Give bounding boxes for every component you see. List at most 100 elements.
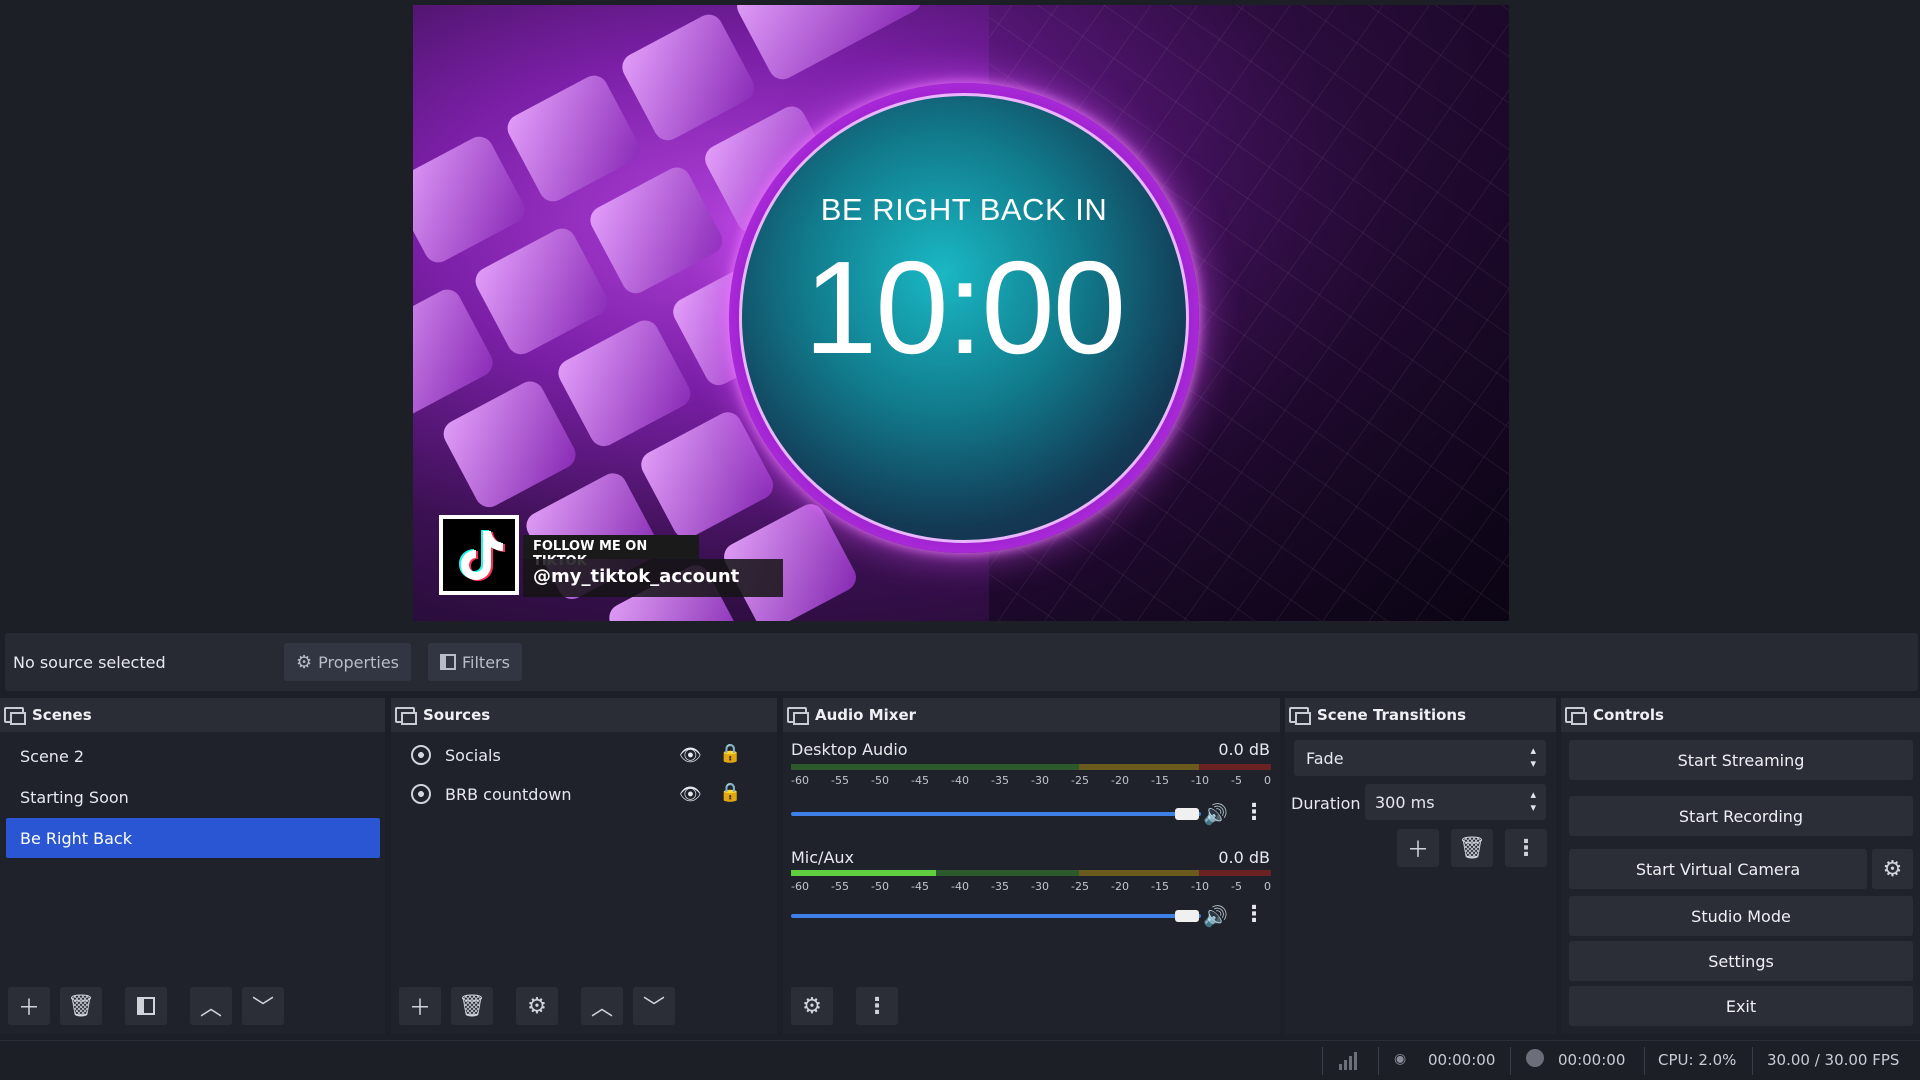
filters-button[interactable]: Filters bbox=[428, 643, 522, 681]
filter-icon bbox=[440, 654, 456, 670]
move-scene-down-button[interactable]: ﹀ bbox=[242, 987, 284, 1025]
channel-name: Desktop Audio bbox=[791, 740, 908, 759]
source-item[interactable]: Socials 👁 🔒 bbox=[397, 735, 767, 775]
source-name: BRB countdown bbox=[445, 784, 572, 804]
plus-icon: ＋ bbox=[408, 996, 431, 1021]
chevron-up-icon: ︿ bbox=[199, 996, 222, 1021]
social-handle: @my_tiktok_account bbox=[523, 559, 783, 597]
transition-menu-button[interactable]: ⋮ bbox=[1505, 829, 1547, 867]
scene-transitions-dock-header[interactable]: Scene Transitions bbox=[1285, 698, 1556, 732]
source-toolbar: No source selected ⚙ Properties Filters bbox=[5, 633, 1918, 691]
audio-mixer-title: Audio Mixer bbox=[815, 706, 917, 724]
source-item[interactable]: BRB countdown 👁 🔒 bbox=[397, 774, 767, 814]
properties-button[interactable]: ⚙ Properties bbox=[284, 643, 411, 681]
remove-scene-button[interactable]: 🗑 bbox=[60, 987, 102, 1025]
chevron-down-icon: ﹀ bbox=[251, 996, 274, 1021]
source-properties-button[interactable]: ⚙ bbox=[516, 987, 558, 1025]
timer-ring: BE RIGHT BACK IN 10:00 bbox=[729, 83, 1199, 553]
stream-status-icon: ◉ bbox=[1394, 1051, 1407, 1067]
controls-dock-header[interactable]: Controls bbox=[1561, 698, 1920, 732]
advanced-audio-button[interactable]: ⚙ bbox=[791, 987, 833, 1025]
dock-undock-icon[interactable] bbox=[1565, 707, 1587, 725]
no-source-label: No source selected bbox=[13, 653, 166, 672]
duration-value: 300 ms bbox=[1375, 793, 1435, 812]
plus-icon: ＋ bbox=[17, 996, 40, 1021]
remove-source-button[interactable]: 🗑 bbox=[451, 987, 493, 1025]
preview-area: BE RIGHT BACK IN 10:00 FOLLOW ME ON TIKT… bbox=[0, 0, 1920, 630]
scenes-title: Scenes bbox=[32, 706, 92, 724]
channel-menu-icon[interactable]: ⋮ bbox=[1243, 800, 1265, 825]
chevron-down-icon: ﹀ bbox=[642, 996, 665, 1021]
timer-value: 10:00 bbox=[803, 234, 1126, 381]
lock-icon[interactable]: 🔒 bbox=[719, 743, 741, 764]
volume-slider[interactable] bbox=[791, 812, 1201, 816]
gear-icon: ⚙ bbox=[527, 993, 547, 1019]
add-source-button[interactable]: ＋ bbox=[399, 987, 441, 1025]
kebab-menu-icon: ⋮ bbox=[1515, 835, 1537, 861]
audio-mixer-dock-header[interactable]: Audio Mixer bbox=[783, 698, 1280, 732]
select-arrows-icon: ▴ ▾ bbox=[1530, 744, 1536, 770]
browser-source-icon bbox=[411, 745, 431, 765]
dock-undock-icon[interactable] bbox=[1289, 707, 1311, 725]
fps-counter: 30.00 / 30.00 FPS bbox=[1767, 1051, 1900, 1069]
source-name: Socials bbox=[445, 745, 501, 765]
add-transition-button[interactable]: ＋ bbox=[1397, 829, 1439, 867]
audio-mixer-dock: Audio Mixer Desktop Audio 0.0 dB -60 -55-… bbox=[783, 698, 1280, 1034]
settings-button[interactable]: Settings bbox=[1569, 941, 1913, 981]
sources-title: Sources bbox=[423, 706, 491, 724]
volume-slider-handle[interactable] bbox=[1175, 808, 1199, 820]
timer-label: BE RIGHT BACK IN bbox=[820, 192, 1108, 227]
scene-item[interactable]: Scene 2 bbox=[6, 736, 380, 776]
studio-mode-button[interactable]: Studio Mode bbox=[1569, 896, 1913, 936]
start-streaming-button[interactable]: Start Streaming bbox=[1569, 740, 1913, 780]
eye-icon[interactable]: 👁 bbox=[679, 745, 702, 766]
move-source-up-button[interactable]: ︿ bbox=[581, 987, 623, 1025]
scene-transitions-title: Scene Transitions bbox=[1317, 706, 1467, 724]
start-recording-button[interactable]: Start Recording bbox=[1569, 796, 1913, 836]
transition-select[interactable]: Fade ▴ ▾ bbox=[1294, 740, 1546, 776]
eye-icon[interactable]: 👁 bbox=[679, 784, 702, 805]
stepper-arrows-icon[interactable]: ▴ ▾ bbox=[1530, 788, 1536, 814]
scene-filters-button[interactable] bbox=[125, 987, 167, 1025]
speaker-icon[interactable]: 🔊 bbox=[1203, 904, 1228, 928]
sources-dock-header[interactable]: Sources bbox=[391, 698, 777, 732]
start-virtual-camera-button[interactable]: Start Virtual Camera bbox=[1569, 849, 1867, 889]
move-source-down-button[interactable]: ﹀ bbox=[633, 987, 675, 1025]
channel-level: 0.0 dB bbox=[1218, 848, 1270, 867]
exit-button[interactable]: Exit bbox=[1569, 986, 1913, 1026]
stream-time: 00:00:00 bbox=[1428, 1051, 1496, 1069]
timer-disc: BE RIGHT BACK IN 10:00 bbox=[739, 93, 1189, 543]
channel-level: 0.0 dB bbox=[1218, 740, 1270, 759]
dock-undock-icon[interactable] bbox=[4, 707, 26, 725]
remove-transition-button[interactable]: 🗑 bbox=[1451, 829, 1493, 867]
volume-slider-handle[interactable] bbox=[1175, 910, 1199, 922]
properties-label: Properties bbox=[318, 652, 399, 672]
status-separator bbox=[1322, 1047, 1323, 1075]
add-scene-button[interactable]: ＋ bbox=[8, 987, 50, 1025]
virtual-camera-settings-button[interactable]: ⚙ bbox=[1872, 849, 1913, 889]
scene-item-selected[interactable]: Be Right Back bbox=[6, 818, 380, 858]
mixer-menu-button[interactable]: ⋮ bbox=[856, 987, 898, 1025]
chevron-up-icon: ︿ bbox=[590, 996, 613, 1021]
scenes-dock-header[interactable]: Scenes bbox=[0, 698, 385, 732]
scene-item[interactable]: Starting Soon bbox=[6, 777, 380, 817]
volume-meter bbox=[791, 764, 1271, 770]
dock-undock-icon[interactable] bbox=[787, 707, 809, 725]
speaker-icon[interactable]: 🔊 bbox=[1203, 802, 1228, 826]
channel-menu-icon[interactable]: ⋮ bbox=[1243, 902, 1265, 927]
social-heading: FOLLOW ME ON TIKTOK bbox=[523, 535, 699, 569]
status-separator bbox=[1378, 1047, 1379, 1075]
plus-icon: ＋ bbox=[1406, 838, 1429, 863]
meter-ticks: -60 -55 -50 -45 -40 -35 -30 -25 -20 -15 -10 -5 0 bbox=[791, 880, 1271, 893]
dock-undock-icon[interactable] bbox=[395, 707, 417, 725]
lock-icon[interactable]: 🔒 bbox=[719, 782, 741, 803]
duration-input[interactable]: 300 ms ▴ ▾ bbox=[1365, 784, 1546, 820]
network-signal-icon bbox=[1338, 1049, 1360, 1075]
trash-icon: 🗑 bbox=[67, 993, 95, 1019]
move-scene-up-button[interactable]: ︿ bbox=[190, 987, 232, 1025]
volume-slider[interactable] bbox=[791, 914, 1201, 918]
gears-icon: ⚙ bbox=[802, 993, 822, 1019]
stream-preview[interactable]: BE RIGHT BACK IN 10:00 FOLLOW ME ON TIKT… bbox=[413, 5, 1509, 621]
sources-dock: Sources Socials 👁 🔒 BRB countdown 👁 🔒 ＋ … bbox=[391, 698, 777, 1034]
scene-transitions-dock: Scene Transitions Fade ▴ ▾ Duration 300 m… bbox=[1285, 698, 1556, 1034]
